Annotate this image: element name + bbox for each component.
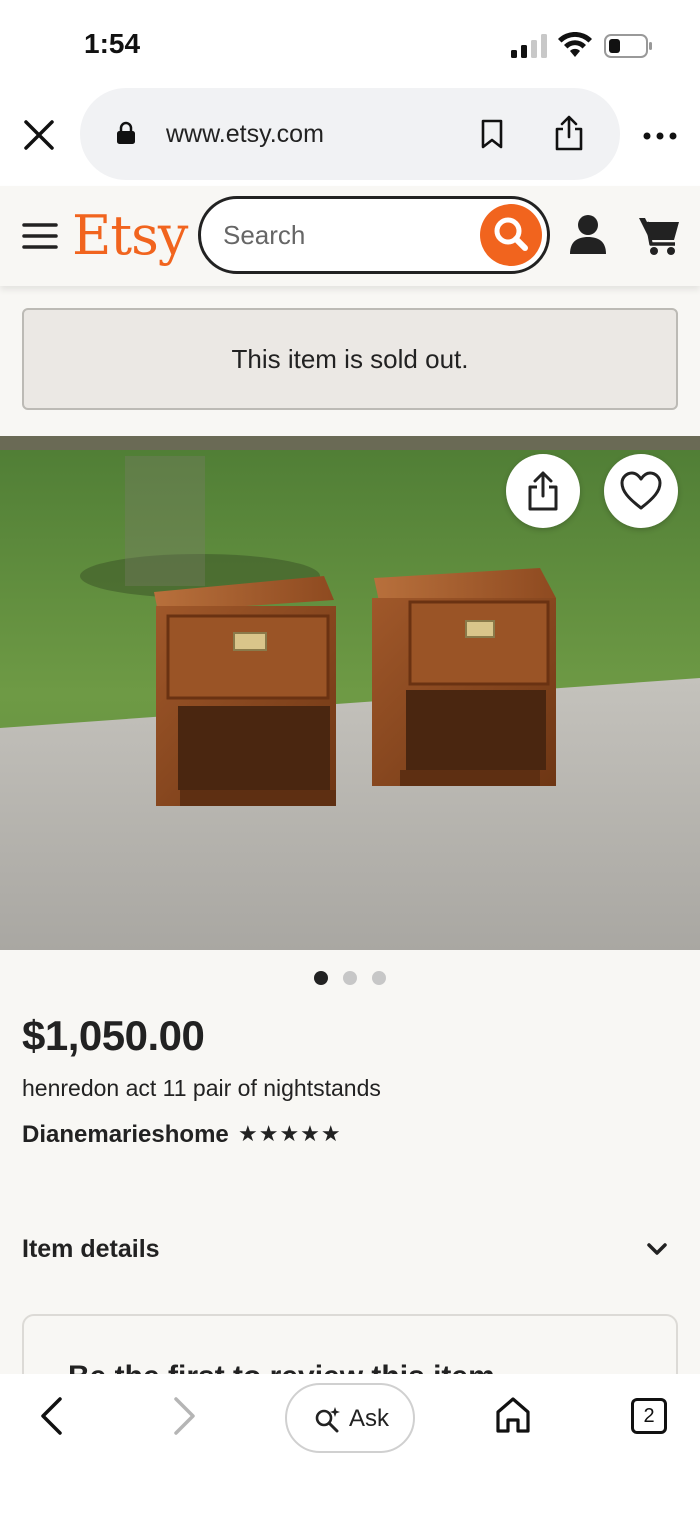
product-price: $1,050.00 (22, 1012, 205, 1059)
carousel-dot[interactable] (372, 971, 386, 985)
close-icon[interactable] (22, 118, 56, 152)
product-title: henredon act 11 pair of nightstands (22, 1075, 381, 1101)
browser-address-bar: www.etsy.com (0, 88, 700, 186)
sold-out-text: This item is sold out. (231, 344, 469, 374)
rating-stars: ★★★★★ (238, 1121, 342, 1146)
search-button[interactable] (480, 204, 542, 266)
back-icon[interactable] (38, 1396, 64, 1436)
wifi-icon (558, 32, 592, 57)
carousel-dot[interactable] (343, 971, 357, 985)
search-bar (198, 196, 550, 274)
cellular-signal-icon (511, 34, 547, 58)
browser-toolbar: Ask 2 (0, 1374, 700, 1515)
tabs-button[interactable]: 2 (631, 1398, 667, 1434)
home-icon[interactable] (495, 1396, 531, 1434)
sparkle-search-icon (315, 1407, 340, 1433)
shop-name-link[interactable]: Dianemarieshome (22, 1121, 229, 1149)
status-time: 1:54 (84, 28, 141, 59)
heart-icon (620, 471, 662, 510)
site-header: Etsy (0, 186, 700, 286)
share-icon[interactable] (554, 115, 584, 151)
ask-label: Ask (349, 1405, 390, 1432)
product-image[interactable] (0, 436, 700, 950)
account-icon[interactable] (568, 214, 608, 256)
url-field[interactable]: www.etsy.com (80, 88, 620, 180)
nightstands-photo (0, 436, 700, 950)
forward-icon[interactable] (172, 1396, 198, 1436)
etsy-logo[interactable]: Etsy (72, 204, 188, 267)
more-options-icon[interactable] (642, 124, 678, 148)
favorite-button[interactable] (604, 454, 678, 528)
status-bar: 1:54 (0, 0, 700, 88)
ask-button[interactable]: Ask (285, 1383, 415, 1453)
bookmark-icon[interactable] (480, 119, 504, 149)
menu-icon[interactable] (22, 222, 58, 250)
battery-icon (604, 34, 652, 58)
cart-icon[interactable] (637, 214, 681, 256)
item-details-heading[interactable]: Item details (22, 1235, 160, 1264)
lock-icon (117, 121, 135, 144)
url-text: www.etsy.com (166, 120, 324, 148)
carousel-dot[interactable] (314, 971, 328, 985)
search-icon (494, 217, 528, 251)
share-icon (528, 471, 558, 511)
chevron-down-icon[interactable] (646, 1242, 668, 1256)
search-input[interactable] (223, 217, 473, 253)
sold-out-banner: This item is sold out. (22, 308, 678, 410)
share-image-button[interactable] (506, 454, 580, 528)
